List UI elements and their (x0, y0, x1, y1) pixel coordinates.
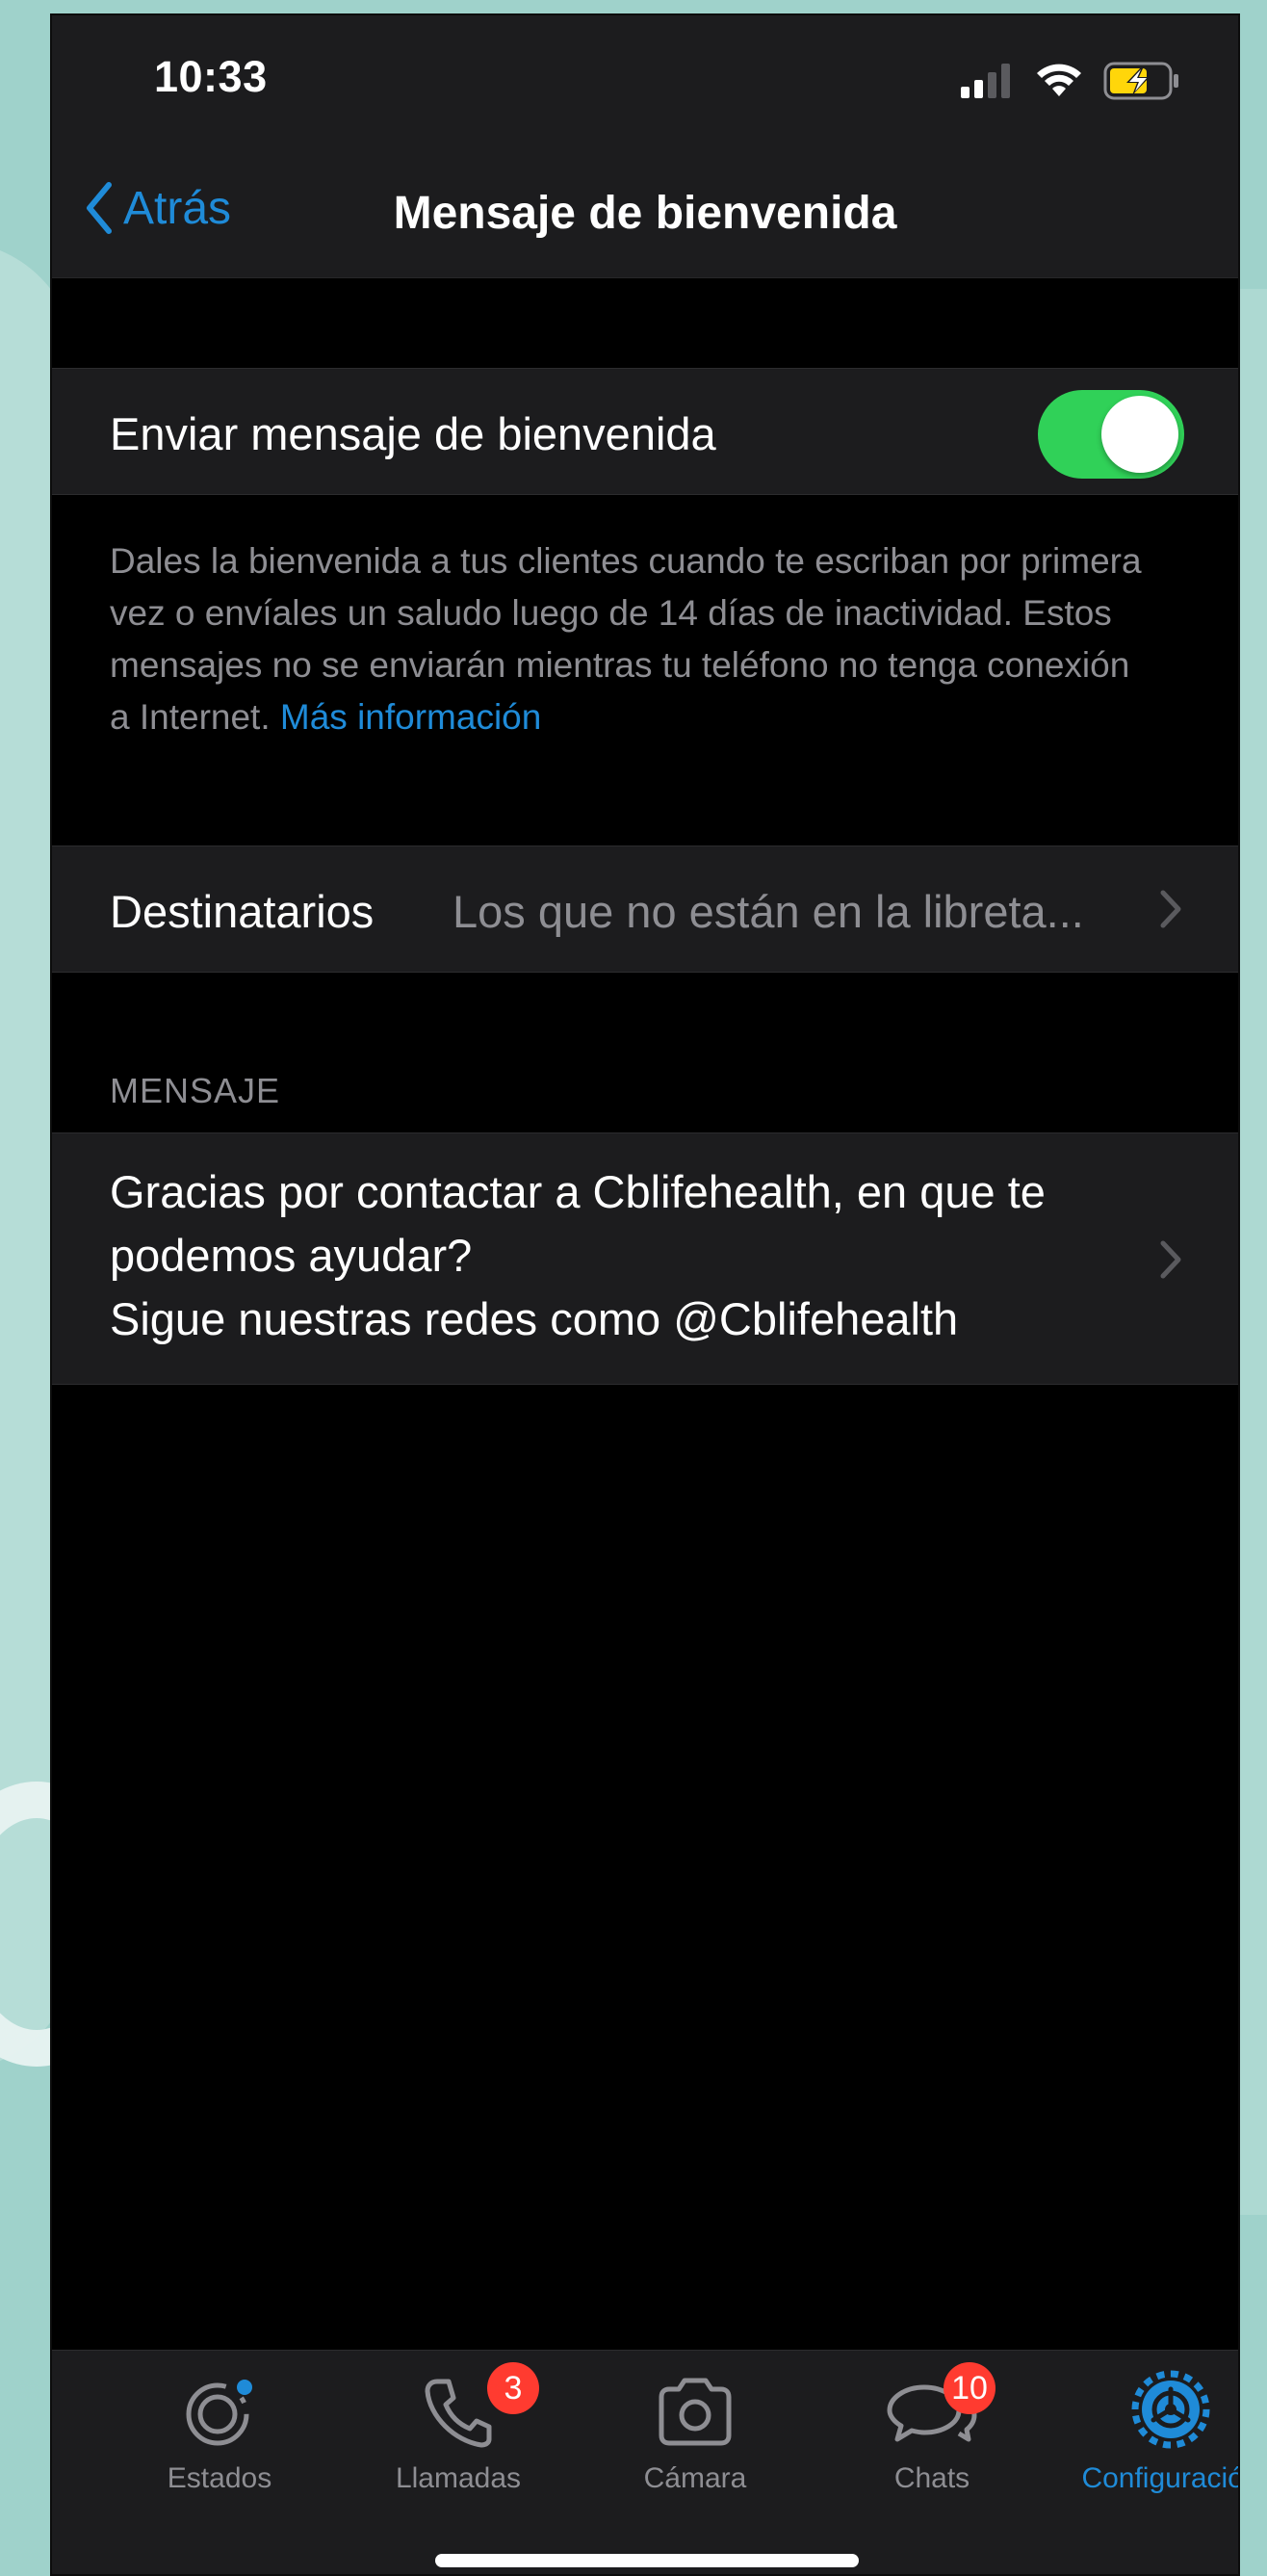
tab-chats[interactable]: 10 Chats (816, 2362, 1047, 2495)
tab-label: Estados (167, 2462, 272, 2494)
tab-label: Chats (893, 2462, 970, 2494)
more-info-link[interactable]: Más información (280, 697, 541, 737)
recipients-row[interactable]: Destinatarios Los que no están en la lib… (52, 846, 1238, 973)
welcome-toggle-label: Enviar mensaje de bienvenida (110, 408, 716, 459)
welcome-message-text: Gracias por contactar a Cblifehealth, en… (110, 1160, 1130, 1351)
toggle-knob (1101, 396, 1178, 473)
tab-estados[interactable]: Estados (104, 2366, 335, 2495)
navigation-bar: Atrás Mensaje de bienvenida (52, 150, 1238, 278)
message-line-2: Sigue nuestras redes como @Cblifehealth (110, 1293, 959, 1344)
recipients-label: Destinatarios (110, 886, 375, 937)
status-icons (961, 62, 1180, 100)
home-indicator[interactable] (435, 2554, 859, 2567)
tab-configuracion[interactable]: Configuración (1055, 2366, 1238, 2495)
calls-badge: 3 (487, 2362, 539, 2414)
phone-icon (425, 2379, 492, 2448)
welcome-toggle-switch[interactable] (1038, 390, 1184, 479)
status-time: 10:33 (154, 52, 268, 101)
welcome-description: Dales la bienvenida a tus clientes cuand… (110, 535, 1150, 743)
chevron-right-icon (1160, 890, 1181, 928)
welcome-toggle-row: Enviar mensaje de bienvenida (52, 368, 1238, 495)
signal-icon (961, 64, 1010, 98)
tab-bar: Estados 3 Llamadas Cámara 10 Chats Confi… (52, 2350, 1238, 2574)
camera-icon (659, 2378, 732, 2446)
tab-camara[interactable]: Cámara (580, 2366, 811, 2495)
tab-label: Configuración (1081, 2462, 1238, 2494)
message-line-1: Gracias por contactar a Cblifehealth, en… (110, 1166, 1046, 1281)
status-icon (186, 2380, 252, 2446)
battery-charging-icon (1103, 62, 1178, 100)
gear-icon (1131, 2370, 1210, 2449)
tab-llamadas[interactable]: 3 Llamadas (343, 2362, 574, 2495)
chevron-right-icon (1160, 1240, 1181, 1279)
recipients-value: Los que no están en la libreta... (452, 886, 1084, 937)
status-bar: 10:33 (52, 15, 1238, 150)
chats-badge: 10 (944, 2362, 996, 2414)
phone-screen: 10:33 Atrás Mensaje de bienvenida Enviar… (50, 13, 1240, 2576)
message-row[interactable]: Gracias por contactar a Cblifehealth, en… (52, 1132, 1238, 1385)
tab-label: Cámara (643, 2462, 747, 2494)
wifi-icon (1037, 64, 1081, 96)
tab-label: Llamadas (395, 2462, 522, 2494)
message-section-header: MENSAJE (110, 1071, 281, 1110)
description-text: Dales la bienvenida a tus clientes cuand… (110, 541, 1142, 737)
page-title: Mensaje de bienvenida (393, 188, 897, 239)
